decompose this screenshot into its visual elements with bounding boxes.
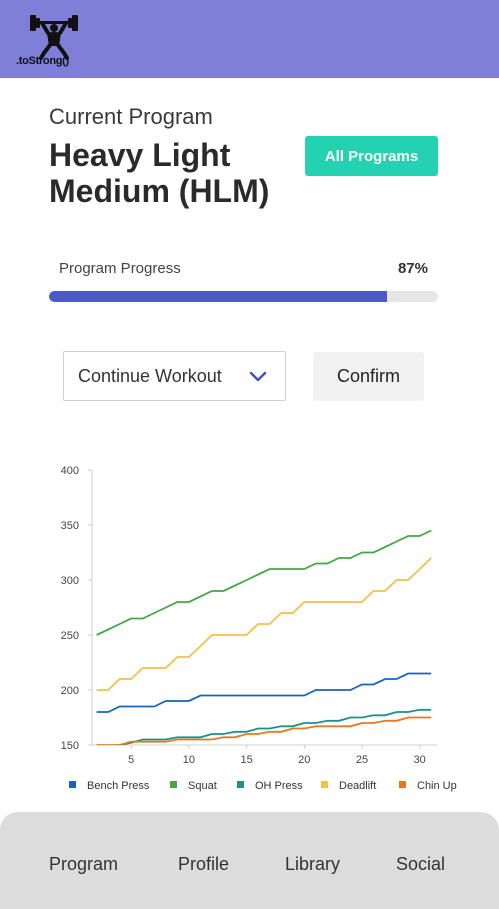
chevron-down-icon <box>249 371 267 382</box>
y-tick-label: 300 <box>61 575 79 587</box>
legend-swatch-chin-up <box>399 781 406 788</box>
legend-label-chin-up: Chin Up <box>417 780 457 792</box>
legend-label-oh-press: OH Press <box>255 780 303 792</box>
legend-swatch-deadlift <box>321 781 328 788</box>
confirm-button[interactable]: Confirm <box>313 352 424 401</box>
series-line-squat <box>96 529 432 636</box>
x-tick-label: 10 <box>183 754 195 766</box>
series-line-chin-up <box>96 716 432 745</box>
nav-item-program[interactable]: Program <box>49 854 118 875</box>
progress-bar <box>49 291 438 302</box>
legend-swatch-oh-press <box>237 781 244 788</box>
workout-select[interactable]: Continue Workout <box>63 351 286 401</box>
x-tick-label: 25 <box>356 754 368 766</box>
y-tick-label: 350 <box>61 520 79 532</box>
progress-bar-fill <box>49 291 388 302</box>
x-tick-label: 5 <box>128 754 134 766</box>
series-line-oh-press <box>114 708 432 745</box>
x-tick-label: 20 <box>298 754 310 766</box>
app-header: .toStrong() <box>0 0 499 78</box>
x-tick-label: 30 <box>414 754 426 766</box>
progress-label: Program Progress <box>59 260 181 277</box>
nav-item-profile[interactable]: Profile <box>178 854 229 875</box>
y-tick-label: 400 <box>61 465 79 477</box>
progress-chart: 150 200 250 300 350 400 5 10 15 20 25 30 Bench Press… <box>61 465 457 792</box>
legend-swatch-bench-press <box>69 781 76 788</box>
nav-item-social[interactable]: Social <box>396 854 445 875</box>
x-tick-label: 15 <box>240 754 252 766</box>
legend-label-squat: Squat <box>188 780 217 792</box>
workout-select-value: Continue Workout <box>78 365 222 386</box>
series-line-bench-press <box>96 672 432 713</box>
nav-item-library[interactable]: Library <box>285 854 340 875</box>
brand-name: .toStrong() <box>16 55 69 67</box>
y-tick-label: 150 <box>61 740 79 752</box>
legend-label-bench-press: Bench Press <box>87 780 150 792</box>
legend-label-deadlift: Deadlift <box>339 780 376 792</box>
progress-value: 87% <box>397 260 428 277</box>
bottom-nav: Program Profile Library Social <box>0 812 499 909</box>
program-title: Heavy Light Medium (HLM) <box>49 137 270 209</box>
program-subtitle: Current Program <box>49 104 213 129</box>
y-tick-label: 250 <box>61 630 79 642</box>
series-line-deadlift <box>96 557 432 691</box>
legend-swatch-squat <box>170 781 177 788</box>
y-tick-label: 200 <box>61 685 79 697</box>
all-programs-button[interactable]: All Programs <box>305 136 438 176</box>
